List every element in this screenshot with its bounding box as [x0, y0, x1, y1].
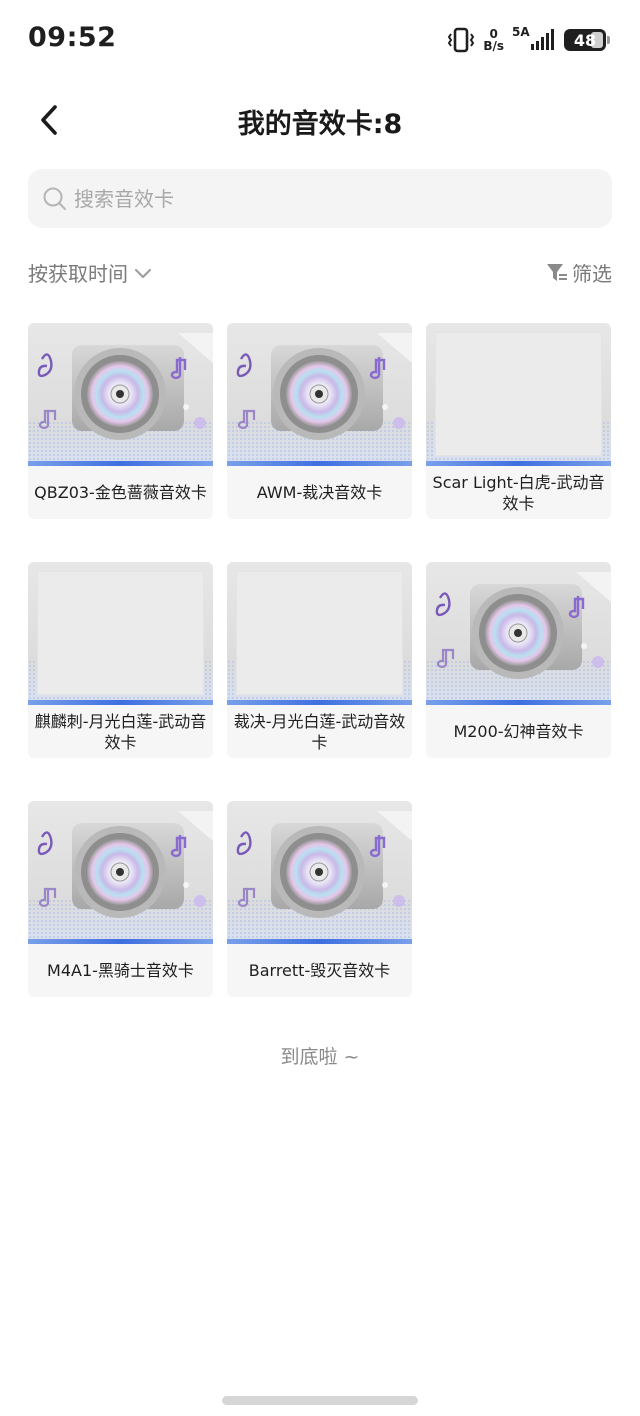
status-time: 09:52	[28, 22, 117, 53]
status-icons: 0 B/s 5A 48	[447, 25, 610, 54]
image-placeholder	[435, 332, 602, 456]
sound-card-name: 麒麟刺-月光白莲-武动音效卡	[34, 711, 207, 752]
chevron-down-icon	[134, 268, 152, 278]
search-icon	[43, 187, 66, 210]
sound-card[interactable]: 裁决-月光白莲-武动音效卡	[227, 562, 412, 758]
end-of-list-text: 到底啦 ~	[280, 1046, 360, 1068]
network-speed: 0 B/s	[483, 28, 504, 52]
sound-card[interactable]: M4A1-黑骑士音效卡	[28, 801, 213, 997]
sound-card-name: 裁决-月光白莲-武动音效卡	[233, 711, 406, 752]
sound-card-thumbnail	[28, 323, 213, 466]
sort-label: 按获取时间	[28, 262, 128, 286]
image-placeholder	[37, 571, 204, 695]
net-speed-unit: B/s	[483, 39, 504, 53]
sound-card-thumbnail	[426, 562, 611, 705]
sort-filter-bar: 按获取时间 筛选	[28, 254, 612, 290]
sound-card[interactable]: M200-幻神音效卡	[426, 562, 611, 758]
sound-card-name: AWM-裁决音效卡	[256, 483, 383, 502]
page-title: 我的音效卡:8	[237, 109, 403, 140]
cd-disc-icon	[435, 572, 611, 679]
sound-card[interactable]: Scar Light-白虎-武动音效卡	[426, 323, 611, 519]
home-indicator[interactable]	[222, 1396, 418, 1405]
vibrate-icon	[448, 27, 475, 53]
image-placeholder	[236, 571, 403, 695]
header: 我的音效卡:8	[0, 88, 640, 152]
search-input[interactable]	[74, 186, 594, 211]
sort-dropdown[interactable]: 按获取时间	[28, 258, 154, 287]
sound-card-name: QBZ03-金色蔷薇音效卡	[34, 483, 207, 502]
signal-bars-icon	[531, 29, 554, 50]
sound-card-name: Barrett-毁灭音效卡	[248, 961, 391, 980]
sound-card[interactable]: QBZ03-金色蔷薇音效卡	[28, 323, 213, 519]
sound-card-name: Scar Light-白虎-武动音效卡	[432, 472, 605, 513]
cd-disc-icon	[236, 333, 412, 440]
search-bar[interactable]	[28, 169, 612, 228]
filter-label: 筛选	[572, 262, 612, 286]
sound-card-thumbnail	[426, 323, 611, 466]
battery-indicator: 48	[564, 29, 610, 51]
battery-level: 48	[573, 30, 597, 50]
sound-card-thumbnail	[227, 323, 412, 466]
sound-card-grid: QBZ03-金色蔷薇音效卡 AWM-裁决音效卡 Scar Light-白虎-武动…	[28, 323, 612, 997]
sound-card-thumbnail	[227, 801, 412, 944]
sound-card-name: M4A1-黑骑士音效卡	[47, 961, 194, 980]
cd-disc-icon	[37, 333, 213, 440]
battery-icon: 48	[564, 29, 606, 51]
sound-card[interactable]: AWM-裁决音效卡	[227, 323, 412, 519]
sound-card-thumbnail	[28, 562, 213, 705]
sound-card[interactable]: 麒麟刺-月光白莲-武动音效卡	[28, 562, 213, 758]
filter-icon	[547, 263, 567, 281]
sound-card-thumbnail	[227, 562, 412, 705]
network-type-label: 5A	[512, 25, 530, 39]
sound-card[interactable]: Barrett-毁灭音效卡	[227, 801, 412, 997]
sound-card-thumbnail	[28, 801, 213, 944]
cellular-signal: 5A	[512, 25, 556, 53]
filter-button[interactable]: 筛选	[546, 258, 612, 287]
sound-card-name: M200-幻神音效卡	[453, 722, 584, 741]
cd-disc-icon	[236, 811, 412, 918]
status-bar: 09:52 0 B/s 5A 48	[0, 0, 640, 80]
cd-disc-icon	[37, 811, 213, 918]
